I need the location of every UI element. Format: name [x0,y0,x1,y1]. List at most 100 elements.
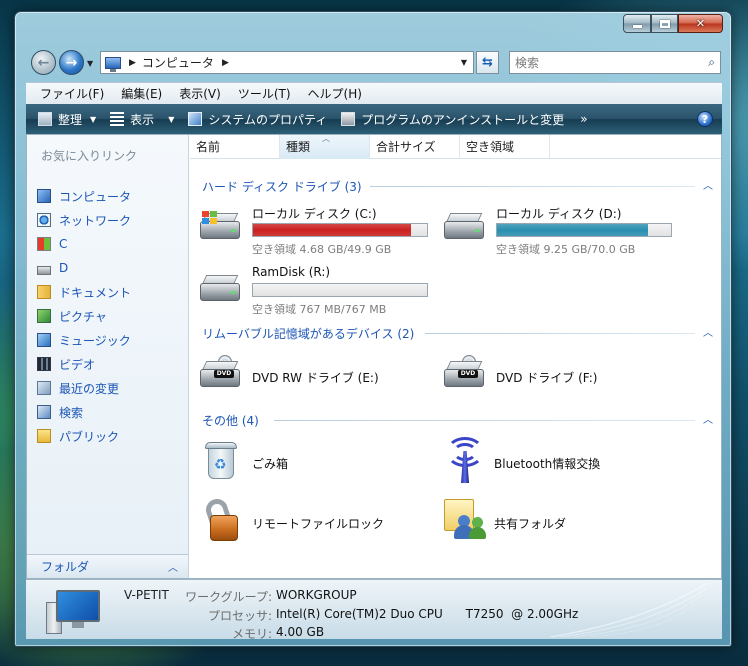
help-icon[interactable]: ? [697,111,713,127]
memory-value: 4.00 GB [276,625,325,639]
system-properties-button[interactable]: システムのプロパティ [188,111,327,128]
breadcrumb-computer[interactable]: コンピュータ [142,54,214,71]
item-recycle-bin[interactable]: ♻ ごみ箱 [198,439,418,487]
drive-tile-e[interactable]: DVD DVD RW ドライブ (E:) [198,353,428,399]
organize-icon [38,112,52,126]
favorite-links-list: コンピュータ ネットワーク C D ドキュメント ピクチャ ミュージック ビデオ… [37,184,131,448]
sidebar-item-music[interactable]: ミュージック [37,328,131,352]
back-arrow-icon: ← [37,54,50,71]
chevron-up-icon[interactable]: ︿ [703,324,713,339]
chevron-up-icon[interactable]: ︿ [703,177,713,192]
menu-bar: ファイル(F) 編集(E) 表示(V) ツール(T) ヘルプ(H) [26,82,722,104]
search-input[interactable]: 検索 ⌕ [509,51,721,74]
computer-icon [46,588,106,636]
sidebar-item-videos[interactable]: ビデオ [37,352,131,376]
sidebar-item-label: ドキュメント [59,285,132,300]
column-header-type-label: 種類 [286,140,311,154]
maximize-button[interactable] [651,14,678,33]
search-icon[interactable]: ⌕ [708,55,715,70]
item-name: 共有フォルダ [494,517,567,531]
memory-label: メモリ: [231,627,272,641]
drive-usage-bar [252,283,428,297]
workgroup-label: ワークグループ: [185,590,272,604]
close-button[interactable]: ✕ [678,14,723,33]
sidebar-item-d[interactable]: D [37,256,131,280]
maximize-icon [659,19,670,28]
searches-icon [37,405,51,419]
padlock-icon [203,496,240,543]
folders-label: フォルダ [41,560,90,574]
column-headers: 名前 ︿ 種類 合計サイズ 空き領域 [190,134,721,159]
sidebar-item-computer[interactable]: コンピュータ [37,184,131,208]
sidebar-item-public[interactable]: パブリック [37,424,131,448]
explorer-window: ✕ ← → ▼ ▶ コンピュータ ▶ ▼ ⇆ 検索 ⌕ ファイル(F) 編集(E… [14,11,732,647]
chevron-up-icon[interactable]: ︿ [703,411,713,426]
drive-free-space: 空き領域 767 MB/767 MB [252,303,387,316]
column-header-free-space[interactable]: 空き領域 [460,134,550,159]
group-divider [274,420,695,421]
drive-tile-f[interactable]: DVD DVD ドライブ (F:) [442,353,672,399]
back-button[interactable]: ← [31,50,56,75]
refresh-button[interactable]: ⇆ [476,51,499,74]
drive-usage-fill [253,224,411,236]
drive-free-space: 空き領域 9.25 GB/70.0 GB [496,243,636,256]
public-folder-icon [37,429,51,443]
column-header-type[interactable]: ︿ 種類 [280,134,370,159]
drive-d-icon [37,265,51,275]
folders-toggle[interactable]: フォルダ ︿ [27,554,188,578]
item-remote-file-lock[interactable]: リモートファイルロック [198,496,418,547]
sidebar-item-label: 最近の変更 [59,381,120,396]
column-header-name[interactable]: 名前 [190,134,280,159]
computer-name: V-PETIT [124,588,169,602]
close-icon: ✕ [695,17,706,30]
hard-drive-icon [444,207,484,243]
menu-file[interactable]: ファイル(F) [40,85,104,102]
minimize-button[interactable] [623,14,651,33]
organize-button[interactable]: 整理 ▼ [38,111,96,128]
drive-tile-d[interactable]: ローカル ディスク (D:) 空き領域 9.25 GB/70.0 GB [442,205,682,256]
menu-help[interactable]: ヘルプ(H) [308,85,362,102]
forward-button[interactable]: → [59,50,84,75]
item-name: リモートファイルロック [252,517,385,531]
organize-label: 整理 [58,112,83,127]
forward-arrow-icon: → [65,54,78,71]
recent-pages-dropdown[interactable]: ▼ [87,59,93,68]
menu-edit[interactable]: 編集(E) [121,85,162,102]
group-header-removable[interactable]: リムーバブル記憶域があるデバイス (2) [202,325,414,342]
address-dropdown-icon[interactable]: ▼ [461,58,467,67]
uninstall-icon [341,112,356,126]
sidebar-item-searches[interactable]: 検索 [37,400,131,424]
chevron-down-icon: ▼ [90,114,97,124]
sidebar-item-documents[interactable]: ドキュメント [37,280,131,304]
sidebar-item-recent-changes[interactable]: 最近の変更 [37,376,131,400]
hard-drive-icon [200,269,240,305]
favorite-links-heading: お気に入りリンク [41,149,138,163]
drive-tile-r[interactable]: RamDisk (R:) 空き領域 767 MB/767 MB [198,265,433,316]
breadcrumb-chevron-icon[interactable]: ▶ [222,58,229,68]
item-bluetooth[interactable]: Bluetooth情報交換 [440,437,680,487]
menu-tools[interactable]: ツール(T) [238,85,291,102]
chevron-down-icon: ▼ [168,114,175,124]
hard-drive-icon [200,207,240,243]
sidebar-item-c[interactable]: C [37,232,131,256]
dvd-badge: DVD [214,370,234,378]
caption-buttons: ✕ [623,14,723,33]
uninstall-programs-button[interactable]: プログラムのアンインストールと変更 [341,111,564,128]
item-shared-folder[interactable]: 共有フォルダ [442,497,662,547]
drive-name: DVD RW ドライブ (E:) [252,371,379,385]
sidebar-item-pictures[interactable]: ピクチャ [37,304,131,328]
column-header-total-size[interactable]: 合計サイズ [370,134,460,159]
sidebar-item-label: ミュージック [59,333,131,348]
more-commands-button[interactable]: » [580,112,587,126]
breadcrumb-chevron-icon[interactable]: ▶ [129,58,136,68]
group-header-other[interactable]: その他 (4) [202,412,259,429]
group-header-hard-disks[interactable]: ハード ディスク ドライブ (3) [202,178,362,195]
drive-tile-c[interactable]: ローカル ディスク (C:) 空き領域 4.68 GB/49.9 GB [198,205,433,256]
sidebar-item-network[interactable]: ネットワーク [37,208,131,232]
sidebar-item-label: 検索 [59,405,84,420]
menu-view[interactable]: 表示(V) [179,85,221,102]
views-button[interactable]: 表示 ▼ [110,111,174,128]
address-bar[interactable]: ▶ コンピュータ ▶ ▼ [100,51,474,74]
content-area: お気に入りリンク コンピュータ ネットワーク C D ドキュメント ピクチャ ミ… [26,134,722,579]
system-properties-icon [188,112,203,126]
